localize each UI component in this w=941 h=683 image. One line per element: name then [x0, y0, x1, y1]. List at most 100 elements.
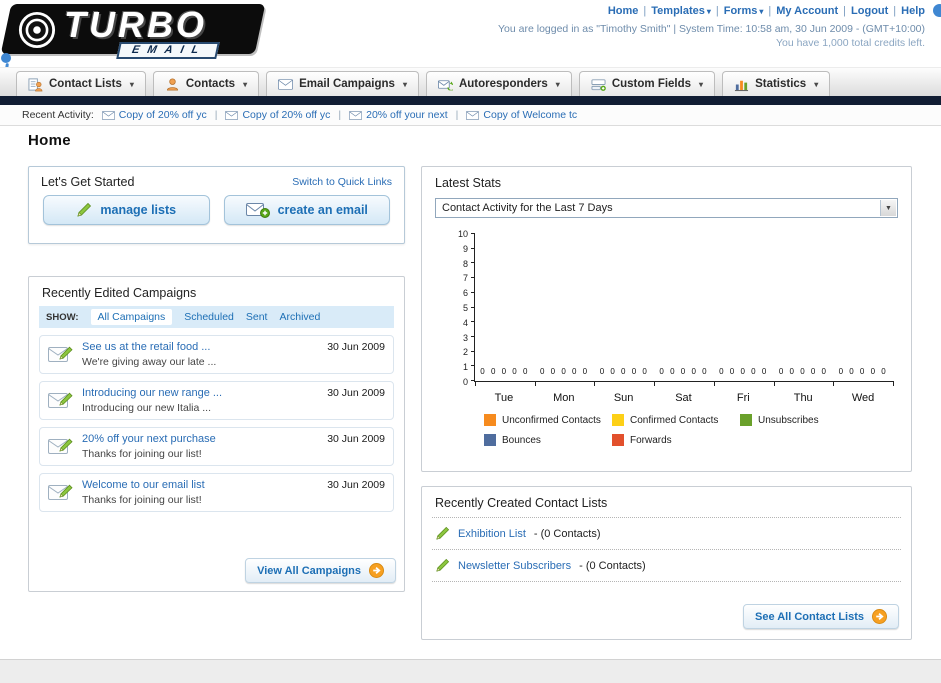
recent-activity-item[interactable]: Copy of Welcome tc [466, 109, 577, 121]
legend-swatch [740, 414, 752, 426]
campaign-row[interactable]: Welcome to our email list Thanks for joi… [39, 473, 394, 512]
pencil-icon [435, 558, 450, 573]
y-axis-label: 2 [462, 347, 468, 358]
x-axis-label: Mon [553, 392, 575, 404]
logo-text-email: EMAIL [116, 42, 221, 59]
legend-label: Confirmed Contacts [630, 414, 719, 426]
nav-help[interactable]: Help [901, 5, 925, 17]
switch-quick-links-link[interactable]: Switch to Quick Links [292, 176, 392, 188]
tab-contacts[interactable]: Contacts ▾ [152, 71, 260, 96]
filter-archived[interactable]: Archived [279, 311, 320, 323]
x-axis-tick [534, 381, 536, 386]
campaign-title-link[interactable]: See us at the retail food ... [82, 341, 216, 353]
y-axis-label: 5 [462, 303, 468, 313]
x-axis-label: Tue [494, 392, 514, 404]
campaign-edit-icon [48, 435, 74, 455]
y-axis-tick [471, 335, 475, 337]
campaign-row[interactable]: Introducing our new range ... Introducin… [39, 381, 394, 420]
envelope-icon [225, 111, 238, 120]
recent-activity-item[interactable]: 20% off your next [349, 109, 448, 121]
nav-logout[interactable]: Logout [851, 5, 888, 17]
manage-lists-button[interactable]: manage lists [43, 195, 210, 225]
contact-list-link[interactable]: Newsletter Subscribers [458, 560, 571, 572]
x-axis-label: Thu [793, 392, 813, 404]
logo-text-turbo: TURBO [64, 4, 207, 45]
campaign-row[interactable]: 20% off your next purchase Thanks for jo… [39, 427, 394, 466]
legend-item: Confirmed Contacts [612, 414, 740, 426]
chevron-down-icon: ▾ [402, 79, 407, 89]
view-all-campaigns-button[interactable]: View All Campaigns [245, 558, 396, 583]
y-axis-tick [471, 321, 475, 323]
tab-statistics[interactable]: Statistics ▾ [722, 71, 831, 96]
stats-period-select[interactable]: Contact Activity for the Last 7 Days ▼ [435, 198, 898, 218]
chevron-down-icon: ▼ [880, 200, 896, 216]
campaign-row[interactable]: See us at the retail food ... We're givi… [39, 335, 394, 374]
legend-label: Forwards [630, 434, 672, 446]
contact-list-link[interactable]: Exhibition List [458, 528, 526, 540]
nav-home[interactable]: Home [608, 5, 639, 17]
x-axis-label: Wed [851, 392, 875, 404]
main-nav-tabs: Contact Lists ▾ Contacts ▾ Email Campaigns… [16, 71, 831, 96]
bar-group-values: 0 0 0 0 0 [480, 367, 530, 376]
nav-templates[interactable]: Templates ▾ [651, 5, 711, 17]
envelope-icon [349, 111, 362, 120]
y-axis-label: 1 [462, 362, 468, 373]
bar-group-values: 0 0 0 0 0 [539, 367, 590, 376]
envelope-icon [102, 111, 115, 120]
tab-custom-fields[interactable]: Custom Fields ▾ [578, 71, 716, 96]
page-title: Home [28, 132, 71, 149]
y-axis-label: 0 [462, 377, 468, 387]
contact-list-count: - (0 Contacts) [579, 559, 646, 572]
campaign-subtitle: Thanks for joining our list! [82, 448, 202, 460]
y-axis-tick [471, 291, 475, 293]
contacts-icon [165, 77, 180, 92]
campaign-filter-bar: SHOW: All Campaigns Scheduled Sent Archi… [39, 306, 394, 328]
campaign-date: 30 Jun 2009 [327, 479, 385, 491]
y-axis-label: 7 [462, 273, 468, 284]
y-axis-tick [471, 277, 475, 279]
statistics-icon [734, 77, 749, 92]
nav-separator: | [768, 5, 772, 17]
tab-autoresponders[interactable]: Autoresponders ▾ [425, 71, 572, 96]
y-axis-label: 6 [462, 288, 468, 299]
campaign-title-link[interactable]: 20% off your next purchase [82, 433, 216, 445]
nav-forms[interactable]: Forms ▾ [724, 5, 764, 17]
envelope-plus-icon [246, 202, 270, 218]
chevron-down-icon: ▾ [699, 79, 704, 89]
contact-list-item[interactable]: Newsletter Subscribers - (0 Contacts) [432, 550, 901, 582]
megaphone-icon [18, 11, 56, 49]
pencil-icon [76, 202, 92, 218]
create-email-button[interactable]: create an email [223, 195, 390, 225]
campaign-title-link[interactable]: Welcome to our email list [82, 479, 205, 491]
legend-label: Unsubscribes [758, 414, 819, 426]
legend-item: Bounces [484, 434, 612, 446]
tab-email-campaigns[interactable]: Email Campaigns ▾ [266, 71, 419, 96]
chevron-down-icon: ▾ [814, 79, 819, 89]
recent-activity-item[interactable]: Copy of 20% off yc [225, 109, 330, 121]
latest-stats-title: Latest Stats [435, 176, 502, 190]
filter-all-campaigns[interactable]: All Campaigns [90, 309, 173, 325]
app-logo[interactable]: TURBO EMAIL [0, 4, 274, 62]
filter-sent[interactable]: Sent [246, 311, 268, 323]
contact-list-count: - (0 Contacts) [533, 527, 601, 540]
tab-contact-lists[interactable]: Contact Lists ▾ [16, 71, 146, 96]
chevron-down-icon: ▾ [243, 79, 248, 89]
activity-separator: | [455, 109, 459, 121]
x-axis-label: Sat [675, 392, 692, 404]
campaign-subtitle: We're giving away our late ... [82, 356, 217, 368]
filter-scheduled[interactable]: Scheduled [184, 311, 234, 323]
y-axis-tick [471, 233, 475, 234]
x-axis-label: Sun [613, 392, 634, 404]
chevron-down-icon: ▾ [129, 79, 134, 89]
nav-separator: | [843, 5, 847, 17]
legend-item: Unsubscribes [740, 414, 890, 426]
recent-activity-item[interactable]: Copy of 20% off yc [102, 109, 207, 121]
see-all-contact-lists-button[interactable]: See All Contact Lists [742, 604, 899, 629]
contact-list-item[interactable]: Exhibition List - (0 Contacts) [432, 518, 901, 550]
campaign-title-link[interactable]: Introducing our new range ... [82, 387, 222, 399]
main-nav-bar: Contact Lists ▾ Contacts ▾ Email Campaigns… [0, 67, 941, 96]
campaign-date: 30 Jun 2009 [327, 387, 385, 399]
nav-my-account[interactable]: My Account [776, 5, 838, 17]
activity-separator: | [214, 109, 218, 121]
x-axis-tick [773, 381, 775, 386]
